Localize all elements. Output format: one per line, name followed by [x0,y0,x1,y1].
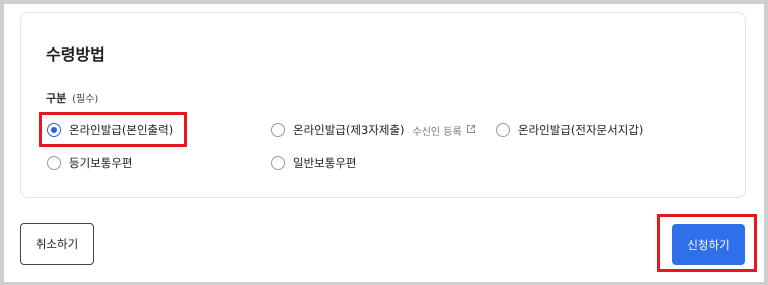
cancel-button[interactable]: 취소하기 [20,223,94,265]
external-link-icon [466,124,476,137]
group-label: 구분 (필수) [46,90,98,106]
radio-button[interactable] [271,123,285,137]
radio-button[interactable] [47,156,61,170]
option-label: 일반보통우편 [293,156,357,170]
group-label-text: 구분 [46,92,67,105]
option-online-third-party[interactable]: 온라인발급(제3자제출) 수신인 등록 [271,120,476,140]
submit-button[interactable]: 신청하기 [672,224,745,265]
receipt-method-card: 수령방법 구분 (필수) 온라인발급(본인출력) 온라인발급(제3자제출) 수신… [20,12,746,198]
option-registered-mail[interactable]: 등기보통우편 [47,153,132,173]
radio-button[interactable] [271,156,285,170]
option-label: 온라인발급(제3자제출) [293,123,405,137]
radio-button[interactable] [496,123,510,137]
recipient-register-label: 수신인 등록 [412,126,462,138]
option-online-e-wallet[interactable]: 온라인발급(전자문서지갑) [496,120,643,140]
option-label: 온라인발급(전자문서지갑) [518,123,644,137]
option-label: 등기보통우편 [69,156,133,170]
highlight-box-selected-option [39,112,187,147]
recipient-register-link[interactable]: 수신인 등록 [413,123,476,138]
section-title: 수령방법 [46,45,105,64]
option-regular-mail[interactable]: 일반보통우편 [271,153,356,173]
required-mark: (필수) [72,94,99,105]
